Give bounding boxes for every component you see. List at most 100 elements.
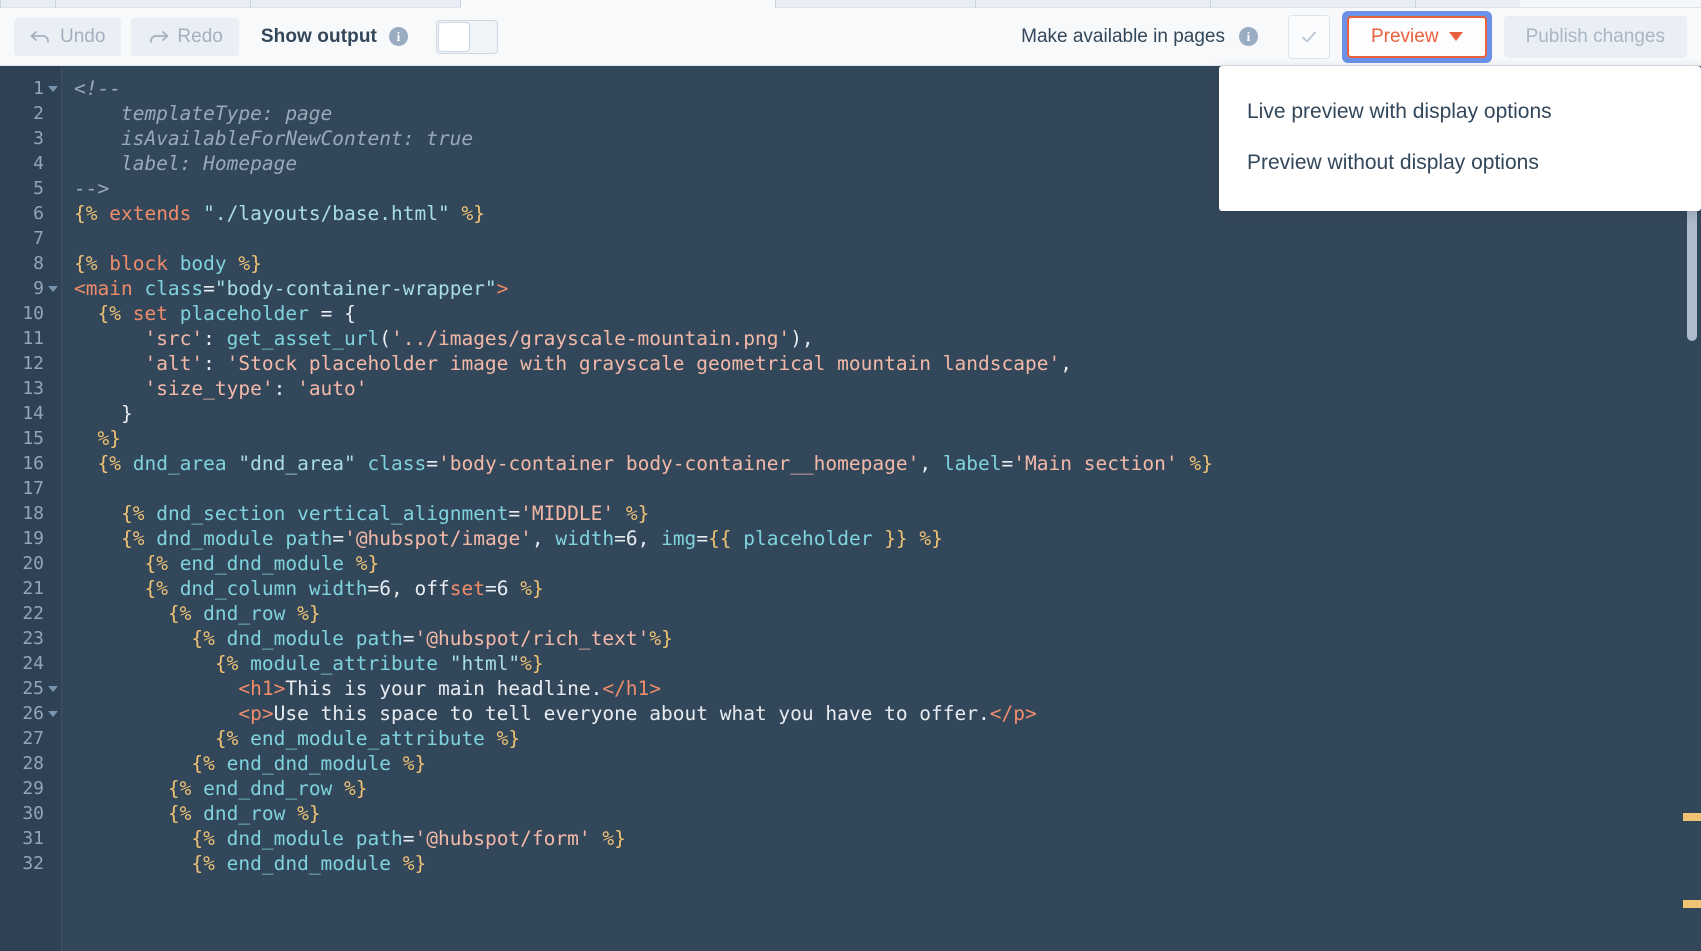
code-line[interactable]: 10 {% set placeholder = { (0, 301, 1701, 326)
code-line[interactable]: 17 (0, 476, 1701, 501)
code-text: {% dnd_module path='@hubspot/image', wid… (120, 527, 943, 550)
code-line[interactable]: 12 'alt': 'Stock placeholder image with … (0, 351, 1701, 376)
browser-tab[interactable] (775, 0, 975, 8)
code-text: {% end_dnd_row %} (167, 777, 368, 800)
line-number: 12 (22, 353, 44, 374)
code-line[interactable]: 25 <h1>This is your main headline.</h1> (0, 676, 1701, 701)
browser-tab[interactable] (55, 0, 250, 8)
code-line[interactable]: 29 {% end_dnd_row %} (0, 776, 1701, 801)
make-available-info-icon[interactable]: i (1238, 27, 1258, 46)
code-search-marker (1683, 813, 1701, 821)
undo-icon (30, 29, 52, 45)
code-text: 'alt': 'Stock placeholder image with gra… (144, 352, 1072, 375)
code-line[interactable]: 14 } (0, 401, 1701, 426)
browser-tab-strip (0, 0, 1701, 8)
line-number: 7 (33, 228, 44, 249)
browser-tab[interactable] (1210, 0, 1415, 8)
code-line[interactable]: 15 %} (0, 426, 1701, 451)
line-number: 14 (22, 403, 44, 424)
code-text: <p>Use this space to tell everyone about… (238, 702, 1037, 725)
line-number: 32 (22, 853, 44, 874)
line-number: 18 (22, 503, 44, 524)
fold-toggle-icon[interactable] (44, 285, 62, 292)
code-line[interactable]: 16 {% dnd_area "dnd_area" class='body-co… (0, 451, 1701, 476)
chevron-down-icon (1448, 32, 1463, 41)
code-text: {% dnd_section vertical_alignment='MIDDL… (120, 502, 650, 525)
line-number: 22 (22, 603, 44, 624)
line-number: 27 (22, 728, 44, 749)
menu-item-preview-without-display-options[interactable]: Preview without display options (1219, 137, 1701, 188)
code-line[interactable]: 24 {% module_attribute "html"%} (0, 651, 1701, 676)
line-number: 28 (22, 753, 44, 774)
code-text: {% dnd_column width=6, offset=6 %} (144, 577, 544, 600)
code-text: <!-- (74, 77, 121, 100)
chevron-down-icon (48, 85, 58, 92)
code-line[interactable]: 32 {% end_dnd_module %} (0, 851, 1701, 876)
code-line[interactable]: 22 {% dnd_row %} (0, 601, 1701, 626)
code-line[interactable]: 27 {% end_module_attribute %} (0, 726, 1701, 751)
browser-tab-active[interactable] (460, 0, 775, 8)
line-number: 8 (33, 253, 44, 274)
code-text: {% end_module_attribute %} (214, 727, 521, 750)
code-text: {% dnd_row %} (167, 802, 321, 825)
line-number: 23 (22, 628, 44, 649)
code-text: {% end_dnd_module %} (144, 552, 380, 575)
publish-changes-button[interactable]: Publish changes (1503, 15, 1687, 58)
line-number: 21 (22, 578, 44, 599)
code-line[interactable]: 19 {% dnd_module path='@hubspot/image', … (0, 526, 1701, 551)
show-output-toggle[interactable] (435, 19, 498, 54)
line-number: 2 (33, 103, 44, 124)
browser-tab[interactable] (250, 0, 460, 8)
code-line[interactable]: 9 <main class="body-container-wrapper"> (0, 276, 1701, 301)
preview-label: Preview (1370, 25, 1439, 47)
code-search-marker (1683, 900, 1701, 908)
code-line[interactable]: 11 'src': get_asset_url('../images/grays… (0, 326, 1701, 351)
code-line[interactable]: 31 {% dnd_module path='@hubspot/form' %} (0, 826, 1701, 851)
code-line[interactable]: 28 {% end_dnd_module %} (0, 751, 1701, 776)
browser-tab[interactable] (975, 0, 1210, 8)
redo-label: Redo (177, 25, 223, 47)
fold-toggle-icon[interactable] (44, 685, 62, 692)
code-text: 'size_type': 'auto' (144, 377, 368, 400)
line-number: 4 (33, 153, 44, 174)
menu-item-live-preview-with-display-options[interactable]: Live preview with display options (1219, 86, 1701, 137)
line-number: 17 (22, 478, 44, 499)
show-output-info-icon[interactable]: i (388, 27, 408, 46)
chevron-down-icon (48, 685, 58, 692)
code-text: {% dnd_area "dnd_area" class='body-conta… (97, 452, 1213, 475)
line-number: 20 (22, 553, 44, 574)
line-number: 6 (33, 203, 44, 224)
code-line[interactable]: 23 {% dnd_module path='@hubspot/rich_tex… (0, 626, 1701, 651)
code-line[interactable]: 21 {% dnd_column width=6, offset=6 %} (0, 576, 1701, 601)
fold-toggle-icon[interactable] (44, 710, 62, 717)
fold-toggle-icon[interactable] (44, 85, 62, 92)
code-line[interactable]: 30 {% dnd_row %} (0, 801, 1701, 826)
code-text: isAvailableForNewContent: true (74, 127, 474, 150)
code-line[interactable]: 18 {% dnd_section vertical_alignment='MI… (0, 501, 1701, 526)
line-number: 15 (22, 428, 44, 449)
code-text: {% module_attribute "html"%} (214, 652, 544, 675)
code-line[interactable]: 8 {% block body %} (0, 251, 1701, 276)
editor-toolbar: Undo Redo Show output i Make available i… (0, 8, 1701, 66)
make-available-checkbox[interactable] (1287, 14, 1330, 59)
code-text: {% dnd_module path='@hubspot/rich_text'%… (191, 627, 673, 650)
code-line[interactable]: 20 {% end_dnd_module %} (0, 551, 1701, 576)
preview-button[interactable]: Preview (1346, 15, 1487, 58)
code-line[interactable]: 7 (0, 226, 1701, 251)
line-number: 5 (33, 178, 44, 199)
line-number: 3 (33, 128, 44, 149)
code-line[interactable]: 26 <p>Use this space to tell everyone ab… (0, 701, 1701, 726)
browser-tab[interactable] (1415, 0, 1520, 8)
chevron-down-icon (48, 285, 58, 292)
undo-button[interactable]: Undo (14, 17, 122, 56)
redo-button[interactable]: Redo (131, 17, 239, 56)
code-line[interactable]: 13 'size_type': 'auto' (0, 376, 1701, 401)
line-number: 19 (22, 528, 44, 549)
line-number: 26 (22, 703, 44, 724)
browser-tab[interactable] (0, 0, 55, 8)
line-number: 30 (22, 803, 44, 824)
browser-tab-strip-filler (1520, 0, 1701, 8)
make-available-label: Make available in pages (1021, 25, 1225, 47)
code-text: <h1>This is your main headline.</h1> (238, 677, 662, 700)
undo-label: Undo (60, 25, 106, 47)
